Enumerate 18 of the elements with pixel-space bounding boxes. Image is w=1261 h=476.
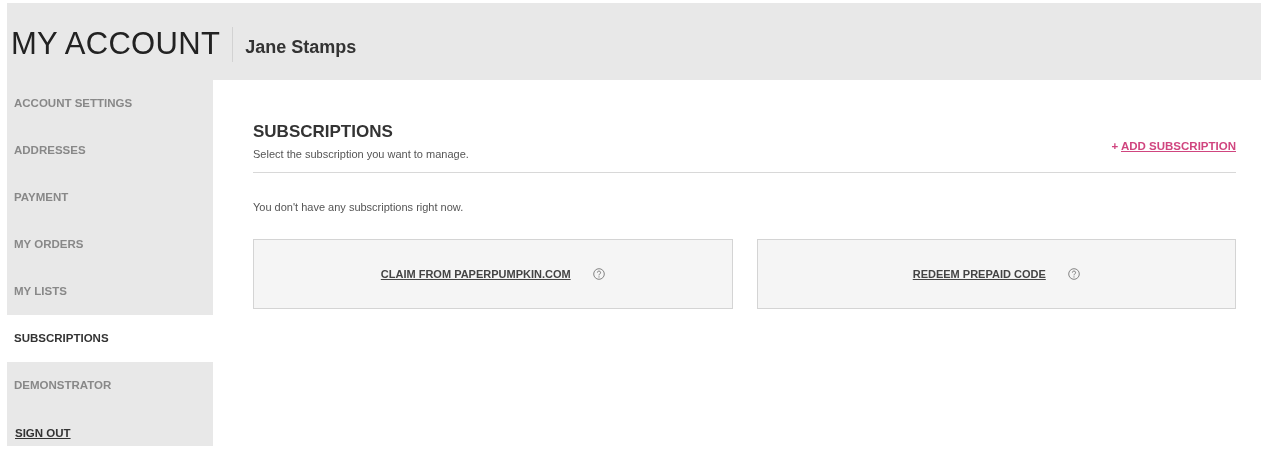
option-link[interactable]: CLAIM FROM PAPERPUMPKIN.COM bbox=[380, 266, 571, 283]
sidebar-item[interactable]: MY LISTS bbox=[7, 268, 213, 315]
add-subscription-link[interactable]: + ADD SUBSCRIPTION bbox=[1111, 137, 1236, 155]
help-icon[interactable] bbox=[1067, 268, 1080, 281]
sidebar-item[interactable]: PAYMENT bbox=[7, 174, 213, 221]
section-subtitle: Select the subscription you want to manage. bbox=[253, 147, 469, 163]
user-name: Jane Stamps bbox=[244, 36, 357, 59]
option-link[interactable]: REDEEM PREPAID CODE bbox=[912, 266, 1046, 283]
sidebar-item[interactable]: ACCOUNT SETTINGS bbox=[7, 80, 213, 127]
section-title: SUBSCRIPTIONS bbox=[253, 122, 394, 143]
sidebar-item[interactable]: SUBSCRIPTIONS bbox=[7, 315, 213, 362]
empty-message: You don't have any subscriptions right now. bbox=[253, 199, 465, 215]
sign-out-link[interactable]: SIGN OUT bbox=[15, 425, 71, 443]
help-icon[interactable] bbox=[592, 268, 605, 281]
sidebar-item[interactable]: MY ORDERS bbox=[7, 221, 213, 268]
sidebar-item[interactable]: ADDRESSES bbox=[7, 127, 213, 174]
page-title: MY ACCOUNT bbox=[11, 27, 234, 62]
sidebar-item[interactable]: DEMONSTRATOR bbox=[7, 362, 213, 409]
